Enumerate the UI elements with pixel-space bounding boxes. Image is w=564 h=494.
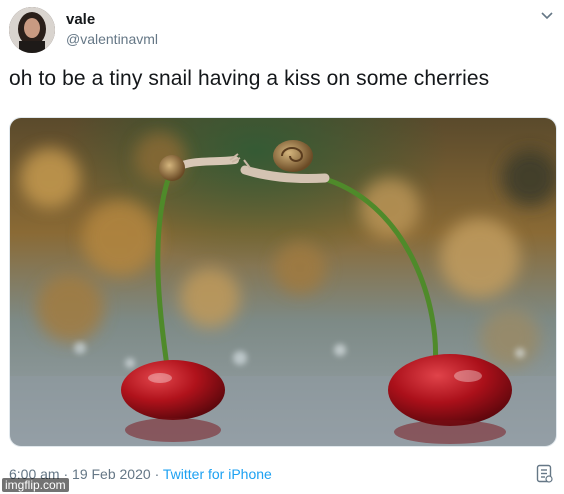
tweet-date[interactable]: 19 Feb 2020	[72, 466, 151, 482]
user-handle[interactable]: @valentinavml	[66, 31, 158, 47]
analytics-icon[interactable]	[536, 464, 554, 484]
tweet-source-link[interactable]: Twitter for iPhone	[163, 466, 272, 482]
snails-on-cherries-image	[10, 118, 556, 446]
tweet-photo[interactable]	[9, 117, 557, 447]
tweet-card: vale @valentinavml oh to be a tiny snail…	[0, 0, 564, 494]
imgflip-watermark: imgflip.com	[2, 478, 69, 492]
chevron-down-icon[interactable]	[540, 9, 554, 23]
tweet-text: oh to be a tiny snail having a kiss on s…	[9, 67, 490, 90]
avatar[interactable]	[9, 7, 55, 53]
display-name[interactable]: vale	[66, 11, 95, 28]
avatar-image	[9, 7, 55, 53]
meta-separator: ·	[154, 466, 160, 482]
